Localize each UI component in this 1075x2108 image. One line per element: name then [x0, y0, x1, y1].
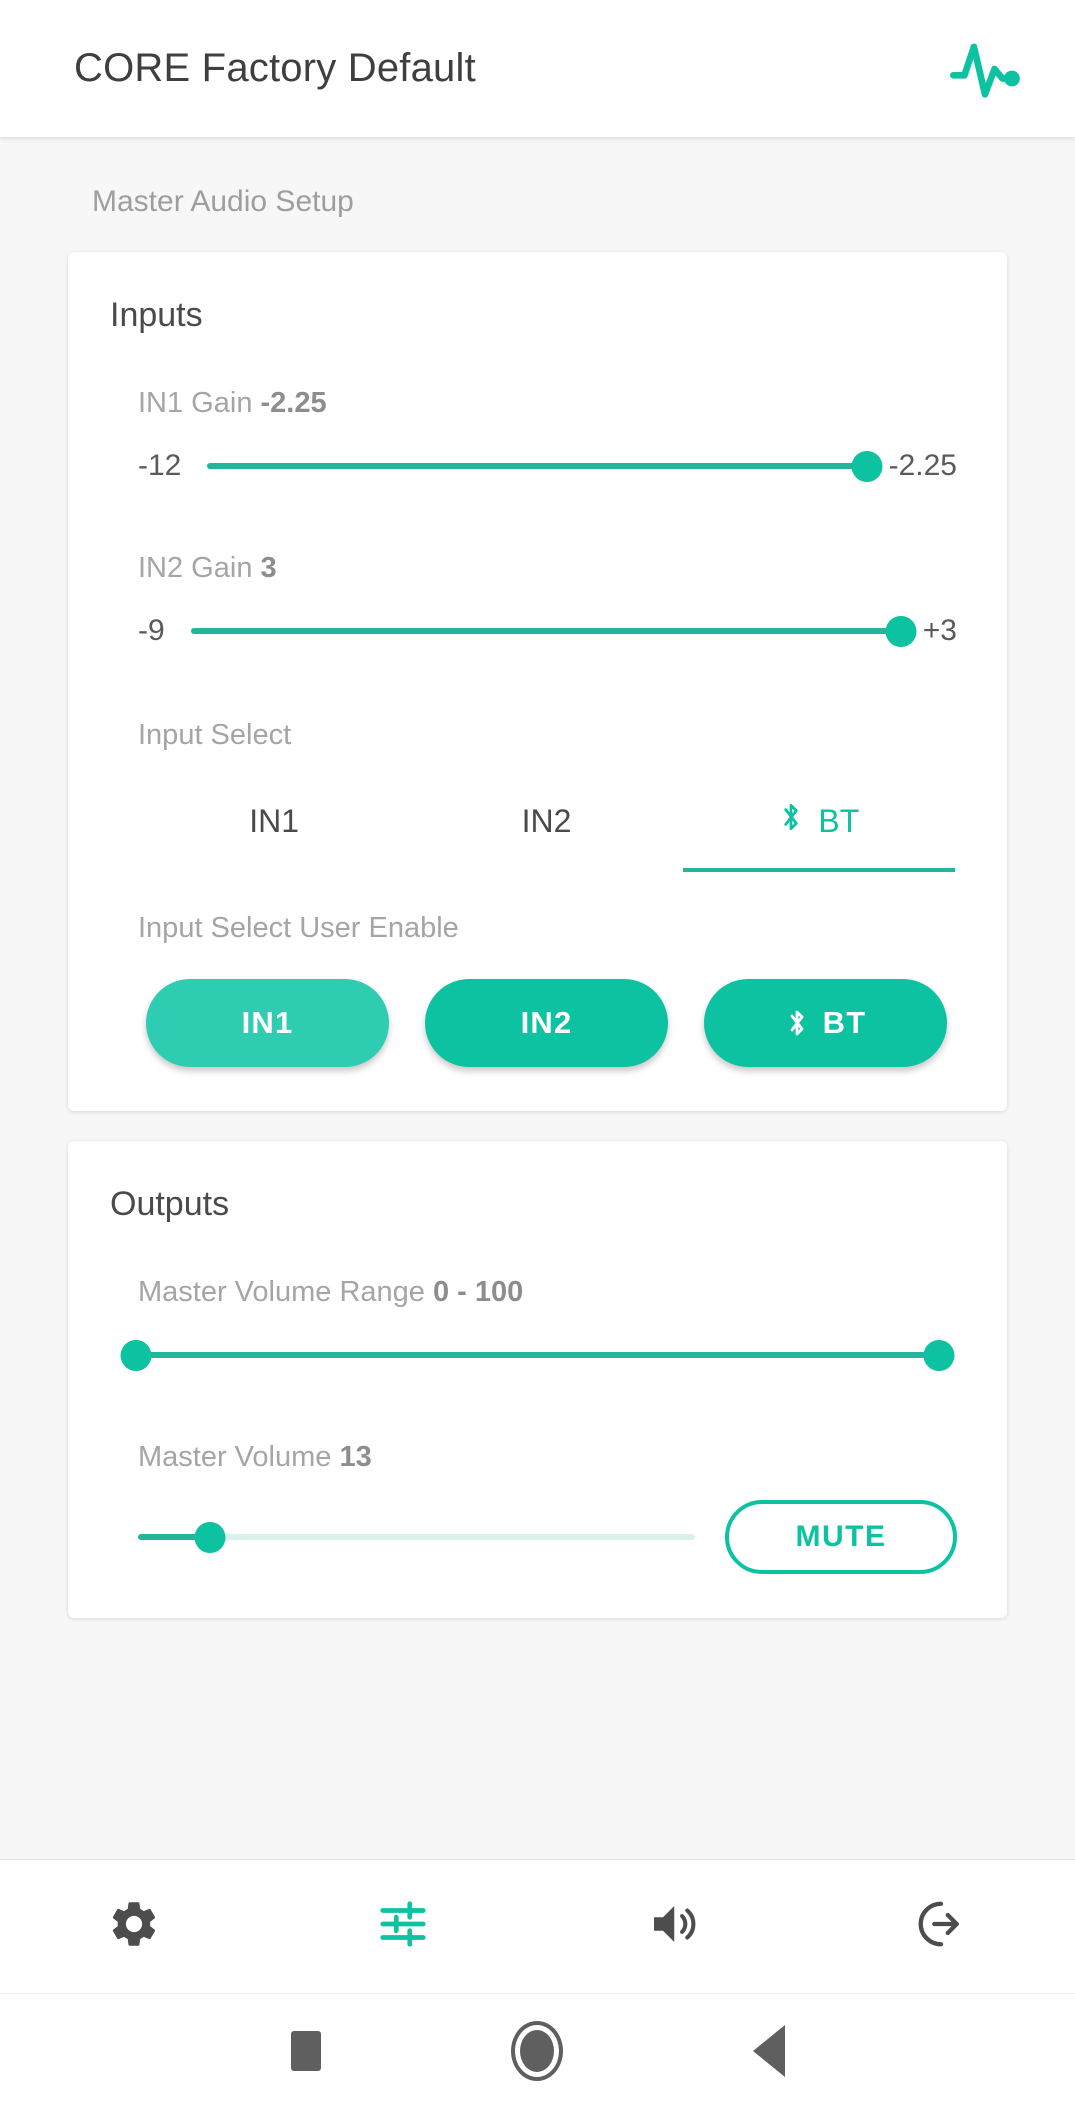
tab-indicator-bt [682, 868, 955, 872]
home-button[interactable] [510, 2021, 563, 2081]
recents-button[interactable] [290, 2031, 321, 2071]
master-volume-label-text: Master Volume [138, 1441, 332, 1473]
in2-gain-max-label: +3 [922, 614, 957, 647]
outputs-card-title: Outputs [110, 1185, 230, 1223]
enable-in2-button[interactable]: IN2 [425, 979, 668, 1067]
mute-button[interactable]: MUTE [725, 1500, 957, 1574]
square-icon [290, 2031, 321, 2071]
bluetooth-icon [778, 800, 804, 842]
tab-in2-label: IN2 [521, 802, 572, 839]
tab-in2[interactable]: IN2 [410, 782, 682, 868]
nav-settings-button[interactable] [0, 1897, 269, 1956]
master-volume-value: 13 [339, 1441, 372, 1473]
in1-gain-max-label: -2.25 [888, 449, 957, 482]
app-screen: CORE Factory Default Master Audio Setup … [0, 0, 1075, 2108]
tab-in1-label: IN1 [249, 802, 300, 839]
master-volume-thumb[interactable] [194, 1521, 226, 1553]
nav-logout-button[interactable] [806, 1897, 1075, 1956]
in2-gain-label: IN2 Gain 3 [138, 552, 965, 585]
in1-gain-thumb[interactable] [851, 450, 883, 482]
in1-gain-label-text: IN1 Gain [138, 387, 253, 419]
circle-icon [510, 2021, 563, 2081]
in2-gain-slider-row[interactable]: -9 +3 [110, 611, 965, 651]
triangle-left-icon [752, 2025, 785, 2077]
in1-gain-fill [207, 463, 867, 469]
in1-gain-value: -2.25 [260, 387, 327, 419]
enable-in2-label: IN2 [520, 1005, 573, 1040]
input-select-label: Input Select [138, 719, 292, 751]
tab-indicator-in2 [410, 868, 682, 872]
input-select-tabs: IN1 IN2 BT [110, 782, 965, 868]
scroll-content[interactable]: Master Audio Setup Inputs IN1 Gain -2.25… [0, 137, 1075, 1859]
pulse-waveform-icon[interactable] [947, 31, 1023, 107]
master-volume-range-slider-row[interactable] [110, 1335, 965, 1375]
speaker-icon [645, 1897, 699, 1956]
nav-volume-button[interactable] [538, 1897, 807, 1956]
master-volume-range-label-text: Master Volume Range [138, 1276, 425, 1308]
enable-bt-label: BT [822, 1005, 867, 1040]
in2-gain-value: 3 [260, 552, 277, 584]
master-volume-label: Master Volume 13 [138, 1441, 965, 1474]
in1-gain-slider-row[interactable]: -12 -2.25 [110, 446, 965, 486]
gear-icon [107, 1897, 161, 1956]
master-volume-range-low-thumb[interactable] [120, 1339, 152, 1371]
enable-in1-label: IN1 [241, 1005, 294, 1040]
tab-in1[interactable]: IN1 [138, 782, 410, 868]
bottom-nav [0, 1859, 1075, 1993]
nav-tune-button[interactable] [269, 1897, 538, 1956]
in2-gain-min-label: -9 [138, 614, 165, 647]
tab-indicator-in1 [138, 868, 410, 872]
sliders-icon [376, 1897, 430, 1956]
master-volume-range-slider[interactable] [120, 1335, 955, 1375]
input-select-user-enable-buttons: IN1 IN2 BT [110, 979, 965, 1067]
input-select-user-enable-label: Input Select User Enable [138, 912, 459, 944]
master-volume-slider-row[interactable]: MUTE [110, 1500, 965, 1574]
inputs-card-title: Inputs [110, 296, 203, 334]
outputs-card: Outputs Master Volume Range 0 - 100 Mast… [68, 1141, 1007, 1618]
tab-bt[interactable]: BT [683, 782, 955, 868]
inputs-card: Inputs IN1 Gain -2.25 -12 -2.25 IN2 Gain… [68, 252, 1007, 1111]
in2-gain-thumb[interactable] [885, 615, 917, 647]
in1-gain-min-label: -12 [138, 449, 182, 482]
page-title: CORE Factory Default [74, 46, 476, 90]
in1-gain-slider[interactable] [207, 446, 883, 486]
logout-icon [914, 1897, 968, 1956]
bluetooth-icon [785, 1007, 809, 1039]
master-volume-range-fill [136, 1352, 939, 1358]
back-button[interactable] [752, 2025, 785, 2077]
master-volume-range-high-thumb[interactable] [923, 1339, 955, 1371]
in2-gain-label-text: IN2 Gain [138, 552, 253, 584]
master-volume-range-label: Master Volume Range 0 - 100 [138, 1276, 965, 1309]
in2-gain-slider[interactable] [190, 611, 917, 651]
enable-bt-button[interactable]: BT [704, 979, 947, 1067]
master-volume-range-value: 0 - 100 [433, 1276, 524, 1308]
app-bar: CORE Factory Default [0, 0, 1075, 137]
in1-gain-label: IN1 Gain -2.25 [138, 387, 965, 420]
section-label: Master Audio Setup [92, 185, 354, 218]
in2-gain-fill [190, 628, 901, 634]
tab-indicator-row [110, 868, 965, 872]
system-nav-bar [0, 1993, 1075, 2108]
tab-bt-label: BT [818, 802, 860, 839]
master-volume-slider[interactable] [138, 1517, 695, 1557]
enable-in1-button[interactable]: IN1 [146, 979, 389, 1067]
